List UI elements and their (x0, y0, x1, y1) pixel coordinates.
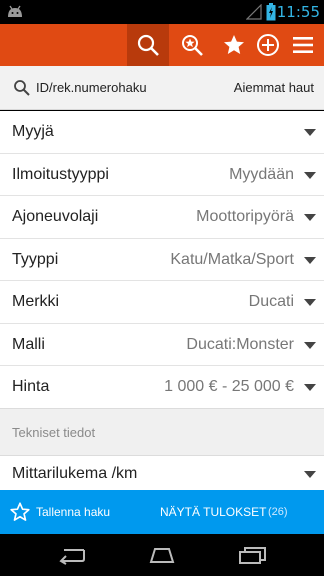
dropdown-caret-icon (304, 341, 316, 349)
filter-row-seller[interactable]: Myyjä (0, 111, 324, 154)
dropdown-caret-icon (304, 299, 316, 306)
filter-row-make[interactable]: Merkki Ducati (0, 281, 324, 324)
status-bar: 11:55 (0, 0, 324, 24)
filter-list: Myyjä Ilmoitustyyppi Myydään Ajoneuvolaj… (0, 111, 324, 409)
filter-label: Hinta (12, 378, 50, 395)
star-icon (224, 35, 244, 54)
results-count: (26) (268, 506, 288, 518)
filter-row-vehicle-kind[interactable]: Ajoneuvolaji Moottoripyörä (0, 196, 324, 239)
id-search-link[interactable]: ID/rek.numerohaku (36, 80, 147, 95)
filter-row-model[interactable]: Malli Ducati:Monster (0, 323, 324, 366)
save-search-button[interactable]: Tallenna haku (0, 490, 130, 534)
recent-apps-icon (239, 547, 266, 564)
system-nav-bar (0, 534, 324, 576)
filter-value: 1 000 € - 25 000 € (164, 378, 294, 395)
filter-value: Ducati:Monster (186, 335, 294, 353)
search-button[interactable] (127, 24, 169, 66)
signal-icon (246, 4, 262, 20)
home-icon (149, 548, 175, 563)
dropdown-caret-icon (304, 214, 316, 221)
show-results-button[interactable]: NÄYTÄ TULOKSET (26) (150, 490, 324, 534)
filter-label: Mittarilukema /km (12, 465, 138, 482)
previous-searches-link[interactable]: Aiemmat haut (234, 80, 314, 95)
recent-apps-button[interactable] (232, 542, 272, 568)
save-search-label: Tallenna haku (36, 505, 111, 519)
filter-value: Moottoripyörä (196, 208, 294, 225)
battery-icon (266, 3, 276, 21)
technical-section-header: Tekniset tiedot (0, 408, 324, 456)
dropdown-caret-icon (304, 256, 316, 264)
favorites-button[interactable] (215, 24, 253, 66)
add-button[interactable] (249, 24, 287, 66)
back-icon (59, 549, 85, 565)
id-search-row: ID/rek.numerohaku Aiemmat haut (0, 66, 324, 110)
filter-row-price[interactable]: Hinta 1 000 € - 25 000 € (0, 366, 324, 409)
dropdown-caret-icon (304, 384, 316, 391)
dropdown-caret-icon (304, 471, 316, 478)
filter-row-type[interactable]: Tyyppi Katu/Matka/Sport (0, 238, 324, 281)
search-icon (14, 80, 30, 96)
menu-button[interactable] (284, 24, 322, 66)
dropdown-caret-icon (304, 171, 316, 179)
search-icon (137, 34, 159, 56)
add-icon (257, 34, 279, 56)
home-button[interactable] (142, 542, 182, 568)
filter-label: Ajoneuvolaji (12, 208, 99, 225)
saved-searches-button[interactable] (173, 24, 211, 66)
action-bar (0, 24, 324, 66)
filter-row-odometer[interactable]: Mittarilukema /km (0, 456, 324, 490)
star-outline-icon (10, 502, 30, 521)
filter-label: Merkki (12, 293, 60, 310)
bottom-action-bar: Tallenna haku NÄYTÄ TULOKSET (26) (0, 490, 324, 534)
android-notification-icon (8, 5, 22, 17)
filter-label: Myyjä (12, 123, 54, 140)
filter-label: Ilmoitustyyppi (12, 165, 109, 183)
clock: 11:55 (276, 3, 320, 21)
show-results-label: NÄYTÄ TULOKSET (160, 505, 267, 519)
back-button[interactable] (52, 542, 92, 568)
dropdown-caret-icon (304, 129, 316, 136)
section-title: Tekniset tiedot (12, 425, 96, 440)
filter-label: Tyyppi (12, 250, 59, 268)
filter-value: Ducati (248, 293, 294, 310)
filter-value: Myydään (229, 165, 294, 183)
filter-label: Malli (12, 335, 45, 353)
menu-icon (293, 37, 313, 53)
filter-row-listing-type[interactable]: Ilmoitustyyppi Myydään (0, 153, 324, 196)
saved-search-icon (182, 35, 203, 56)
filter-value: Katu/Matka/Sport (170, 250, 294, 268)
